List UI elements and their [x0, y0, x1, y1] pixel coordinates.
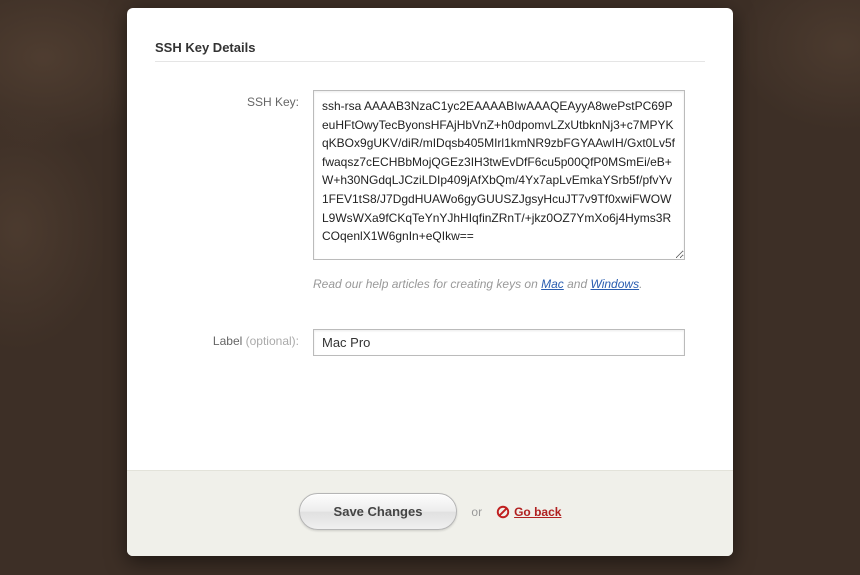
- go-back-link[interactable]: Go back: [496, 505, 561, 519]
- help-link-windows[interactable]: Windows: [591, 277, 640, 291]
- ssh-key-panel: SSH Key Details SSH Key: Read our help a…: [127, 8, 733, 556]
- label-label: Label (optional):: [155, 329, 313, 348]
- go-back-text: Go back: [514, 505, 561, 519]
- save-button[interactable]: Save Changes: [299, 493, 458, 530]
- label-input[interactable]: [313, 329, 685, 356]
- label-optional: (optional):: [246, 334, 299, 348]
- ssh-key-field-wrap: [313, 90, 705, 265]
- help-suffix: .: [639, 277, 642, 291]
- ssh-key-label: SSH Key:: [155, 90, 313, 109]
- label-field-wrap: [313, 329, 705, 356]
- label-row: Label (optional):: [155, 329, 705, 356]
- ssh-key-row: SSH Key:: [155, 90, 705, 265]
- or-text: or: [471, 505, 482, 519]
- panel-footer: Save Changes or Go back: [127, 470, 733, 556]
- prohibit-icon: [496, 505, 510, 519]
- help-between: and: [564, 277, 591, 291]
- help-text: Read our help articles for creating keys…: [313, 277, 705, 291]
- help-prefix: Read our help articles for creating keys…: [313, 277, 541, 291]
- help-link-mac[interactable]: Mac: [541, 277, 564, 291]
- ssh-key-textarea[interactable]: [313, 90, 685, 260]
- section-title: SSH Key Details: [155, 40, 705, 62]
- panel-content: SSH Key Details SSH Key: Read our help a…: [127, 8, 733, 470]
- label-prefix: Label: [213, 334, 246, 348]
